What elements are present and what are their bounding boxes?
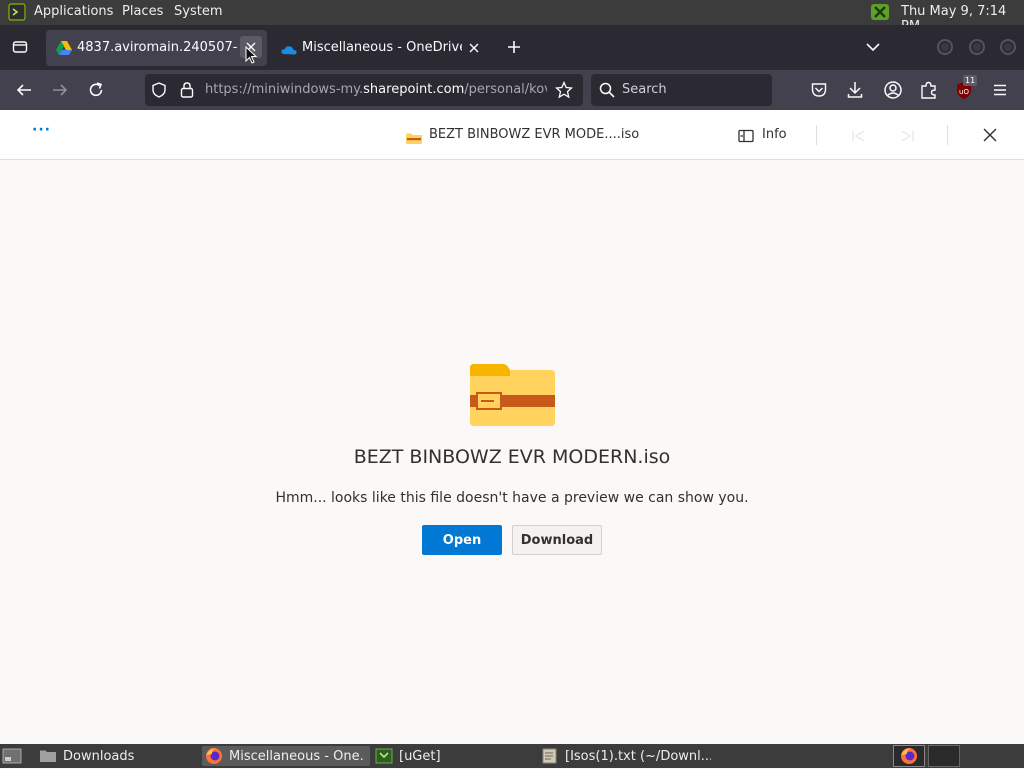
download-icon[interactable] xyxy=(846,80,864,100)
forward-button[interactable] xyxy=(46,76,74,104)
taskbar-item-label: [Isos(1).txt (~/Downl... xyxy=(565,748,711,764)
viewer-header: ··· BEZT BINBOWZ EVR MODE....iso Info xyxy=(0,110,1024,160)
back-button[interactable] xyxy=(10,76,38,104)
menu-applications[interactable]: Applications xyxy=(34,4,113,19)
minimize-icon[interactable] xyxy=(936,38,954,56)
tab-strip: 4837.aviromain.240507-10 Miscellaneous -… xyxy=(0,25,1024,70)
firefox-icon xyxy=(901,748,917,764)
star-icon[interactable] xyxy=(554,80,574,99)
navigation-bar: https://miniwindows-my.sharepoint.com/pe… xyxy=(0,70,1024,110)
tab-title: Miscellaneous - OneDrive xyxy=(302,40,462,55)
workspace-switcher[interactable] xyxy=(893,745,925,767)
tab-aviromain[interactable]: 4837.aviromain.240507-10 xyxy=(46,30,267,66)
folder-icon xyxy=(40,750,56,762)
taskbar-item-label: Miscellaneous - One... xyxy=(229,748,363,764)
menu-places[interactable]: Places xyxy=(122,4,163,19)
reload-button[interactable] xyxy=(82,76,110,104)
pocket-icon[interactable] xyxy=(810,81,828,99)
terminal-icon[interactable] xyxy=(8,3,26,21)
mouse-cursor-icon xyxy=(245,45,259,66)
url-prefix: https://miniwindows-my. xyxy=(205,82,364,97)
menu-system[interactable]: System xyxy=(174,4,222,19)
extensions-icon[interactable] xyxy=(919,80,939,100)
search-placeholder: Search xyxy=(622,82,667,97)
viewer-file-name: BEZT BINBOWZ EVR MODE....iso xyxy=(429,127,640,142)
forward-arrow-icon xyxy=(53,84,68,96)
tab-onedrive[interactable]: Miscellaneous - OneDrive xyxy=(271,30,493,66)
url-suffix: /personal/kov xyxy=(464,82,547,97)
firefox-icon xyxy=(206,748,222,764)
search-icon xyxy=(599,82,615,98)
svg-text:uO: uO xyxy=(959,88,969,96)
onedrive-icon xyxy=(281,44,297,55)
text-editor-icon xyxy=(542,748,557,764)
taskbar-item-label: Downloads xyxy=(63,748,135,764)
taskbar-item-miscellaneous[interactable]: Miscellaneous - One... xyxy=(202,746,370,766)
iso-file-icon xyxy=(406,129,422,144)
divider xyxy=(816,125,817,145)
lock-icon[interactable] xyxy=(179,81,195,99)
download-button[interactable]: Download xyxy=(512,525,602,555)
preview-file-name: BEZT BINBOWZ EVR MODERN.iso xyxy=(353,446,671,468)
hamburger-menu-icon[interactable] xyxy=(991,81,1009,99)
close-tab-icon[interactable] xyxy=(468,42,480,54)
show-desktop-icon[interactable] xyxy=(2,747,22,765)
ublock-badge: 11 xyxy=(963,75,978,86)
tab-title: 4837.aviromain.240507-10 xyxy=(77,40,237,55)
google-drive-icon xyxy=(56,41,72,55)
divider xyxy=(947,125,948,145)
chevron-down-icon[interactable] xyxy=(864,39,882,55)
search-bar[interactable]: Search xyxy=(591,74,772,106)
shield-icon[interactable] xyxy=(151,82,167,98)
maximize-icon[interactable] xyxy=(968,38,986,56)
close-viewer-icon[interactable] xyxy=(982,127,998,143)
more-options-button[interactable]: ··· xyxy=(32,122,51,138)
info-panel-icon[interactable] xyxy=(738,128,754,143)
workspace-2[interactable] xyxy=(928,745,960,767)
uget-icon xyxy=(375,748,393,764)
account-icon[interactable] xyxy=(883,80,903,100)
info-button[interactable]: Info xyxy=(762,127,787,142)
taskbar-item-text-editor[interactable]: [Isos(1).txt (~/Downl... xyxy=(538,746,718,766)
close-window-icon[interactable] xyxy=(999,38,1017,56)
no-preview-message: Hmm... looks like this file doesn't have… xyxy=(275,490,749,506)
url-text[interactable]: https://miniwindows-my.sharepoint.com/pe… xyxy=(205,82,547,100)
taskbar: Downloads Miscellaneous - One... [uGet] … xyxy=(0,744,1024,768)
taskbar-item-downloads[interactable]: Downloads xyxy=(36,746,200,766)
tab-list-icon[interactable] xyxy=(8,35,32,59)
taskbar-item-label: [uGet] xyxy=(399,748,441,764)
taskbar-item-uget[interactable]: [uGet] xyxy=(372,746,536,766)
new-tab-icon[interactable] xyxy=(505,38,523,56)
url-domain: sharepoint.com xyxy=(363,82,465,97)
back-arrow-icon xyxy=(16,84,31,96)
page-content: ··· BEZT BINBOWZ EVR MODE....iso Info BE… xyxy=(0,110,1024,744)
next-file-icon[interactable] xyxy=(899,128,915,142)
url-bar[interactable]: https://miniwindows-my.sharepoint.com/pe… xyxy=(145,74,583,106)
network-icon[interactable] xyxy=(870,3,890,21)
reload-icon xyxy=(89,82,103,97)
open-button[interactable]: Open xyxy=(422,525,502,555)
previous-file-icon[interactable] xyxy=(851,128,867,142)
iso-folder-icon xyxy=(470,364,555,426)
top-panel: Applications Places System Thu May 9, 7:… xyxy=(0,0,1024,34)
